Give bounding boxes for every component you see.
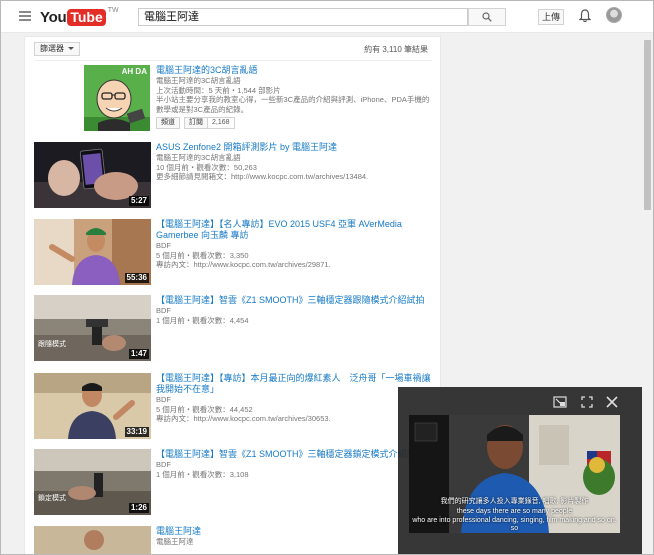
result-title-link[interactable]: 【電腦王阿達】【名人專訪】EVO 2015 USF4 亞軍 AVerMedia …: [156, 219, 434, 241]
subtitle-zh: 我們的研究讓多人投入專業錄音, 唱歌, 影片製作: [440, 498, 589, 505]
thumb-caption: 跟隨模式: [38, 341, 66, 348]
logo-region-text: TW: [107, 7, 119, 14]
result-info: 【電腦王阿達】智雲《Z1 SMOOTH》三軸穩定器跟隨模式介紹試拍 BDF 1 …: [156, 295, 434, 325]
video-thumbnail[interactable]: 5:27: [34, 142, 151, 208]
browser-frame: You Tube TW 電腦王阿達 上傳 篩選器 約有 3,110 筆結果 AH…: [0, 0, 654, 555]
result-video: 鎖定模式 1:26 【電腦王阿達】智雲《Z1 SMOOTH》三軸穩定器鎖定模式介…: [34, 449, 434, 517]
result-info: ASUS Zenfone2 開箱評測影片 by 電腦王阿達 電腦王阿達的3C胡言…: [156, 142, 434, 182]
channel-name-link[interactable]: 電腦王阿達的3C胡言亂語: [156, 76, 434, 86]
subscribe-button[interactable]: 訂閱: [185, 118, 208, 128]
exit-miniplayer-icon[interactable]: [553, 395, 567, 409]
result-title-link[interactable]: 電腦王阿達: [156, 526, 434, 537]
video-duration: 55:36: [124, 273, 149, 283]
channel-name-link[interactable]: BDF: [156, 460, 434, 470]
video-duration: 1:47: [128, 349, 149, 359]
channel-name-link[interactable]: BDF: [156, 241, 434, 251]
video-duration: 5:27: [128, 196, 149, 206]
video-thumbnail[interactable]: 55:36: [34, 219, 151, 285]
thumb-caption: 鎖定模式: [38, 495, 66, 502]
subscribe-group: 訂閱 2,168: [184, 117, 235, 129]
search-button[interactable]: [468, 8, 506, 26]
channel-avatar[interactable]: AH DA: [84, 65, 150, 131]
caret-down-icon: [68, 47, 74, 51]
video-thumbnail[interactable]: [34, 526, 151, 554]
video-thumbnail[interactable]: 鎖定模式 1:26: [34, 449, 151, 515]
result-meta: 1 個月前・觀看次數：4,454: [156, 315, 249, 325]
result-video: 跟隨模式 1:47 【電腦王阿達】智雲《Z1 SMOOTH》三軸穩定器跟隨模式介…: [34, 295, 434, 363]
result-video: 33:19 【電腦王阿達】【專訪】本月最正向的爆紅素人 泛舟哥「一場車禍讓我開始…: [34, 373, 434, 441]
result-video: 5:27 ASUS Zenfone2 開箱評測影片 by 電腦王阿達 電腦王阿達…: [34, 142, 434, 210]
search-results-panel: 篩選器 約有 3,110 筆結果 AH DA 電腦王阿達的3C胡言亂語 電腦王阿…: [24, 36, 441, 554]
scrollbar-thumb[interactable]: [644, 40, 651, 210]
channel-name-link[interactable]: BDF: [156, 306, 434, 316]
channel-name-link[interactable]: 電腦王阿達的3C胡言亂語: [156, 153, 434, 163]
video-thumbnail[interactable]: 跟隨模式 1:47: [34, 295, 151, 361]
result-description: 專訪內文：http://www.kocpc.com.tw/archives/29…: [156, 260, 331, 269]
result-channel: AH DA 電腦王阿達的3C胡言亂語 電腦王阿達的3C胡言亂語 上次活動時間：5…: [34, 65, 434, 135]
avatar[interactable]: [606, 7, 622, 23]
result-video: 55:36 【電腦王阿達】【名人專訪】EVO 2015 USF4 亞軍 AVer…: [34, 219, 434, 287]
logo-tube-text: Tube: [67, 8, 106, 26]
result-info: 電腦王阿達的3C胡言亂語 電腦王阿達的3C胡言亂語 上次活動時間：5 天前・1,…: [156, 65, 434, 129]
result-title-link[interactable]: 【電腦王阿達】智雲《Z1 SMOOTH》三軸穩定器鎖定模式介紹試拍: [156, 449, 434, 460]
logo-you-text: You: [40, 8, 67, 26]
search-input[interactable]: 電腦王阿達: [138, 8, 468, 26]
channel-name-link[interactable]: BDF: [156, 395, 434, 405]
filter-label: 篩選器: [40, 44, 64, 53]
result-description: 半小站主要分享我的教室心得，一些新3C產品的介紹與評測、iPhone、PDA手機…: [156, 95, 430, 114]
video-thumbnail[interactable]: 33:19: [34, 373, 151, 439]
filter-button[interactable]: 篩選器: [34, 42, 80, 56]
partial-thumb-icon: [34, 526, 151, 554]
expand-icon[interactable]: [580, 395, 594, 409]
result-info: 電腦王阿達 電腦王阿達: [156, 526, 434, 547]
mini-player[interactable]: 我們的研究讓多人投入專業錄音, 唱歌, 影片製作 these days ther…: [398, 387, 642, 554]
result-info: 【電腦王阿達】【專訪】本月最正向的爆紅素人 泛舟哥「一場車禍讓我開始不在意」 B…: [156, 373, 434, 424]
channel-button[interactable]: 頻道: [156, 117, 180, 129]
result-description: 更多細節請見閱箱文：http://www.kocpc.com.tw/archiv…: [156, 172, 369, 181]
mini-player-video[interactable]: 我們的研究讓多人投入專業錄音, 唱歌, 影片製作 these days ther…: [409, 415, 620, 533]
channel-name-link[interactable]: 電腦王阿達: [156, 537, 434, 547]
subscriber-count: 2,168: [208, 118, 234, 128]
result-info: 【電腦王阿達】【名人專訪】EVO 2015 USF4 亞軍 AVerMedia …: [156, 219, 434, 270]
result-title-link[interactable]: 【電腦王阿達】智雲《Z1 SMOOTH》三軸穩定器跟隨模式介紹試拍: [156, 295, 434, 306]
video-duration: 1:26: [128, 503, 149, 513]
close-icon[interactable]: [605, 395, 619, 409]
result-meta: 1 個月前・觀看次數：3,108: [156, 469, 249, 479]
channel-actions: 頻道 訂閱 2,168: [156, 117, 434, 129]
result-video: 電腦王阿達 電腦王阿達: [34, 526, 434, 554]
page-scrollbar[interactable]: [642, 34, 653, 554]
bell-icon[interactable]: [579, 9, 591, 23]
thumb-logo-text: AH DA: [121, 67, 147, 76]
result-count: 約有 3,110 筆結果: [364, 45, 428, 54]
masthead: You Tube TW 電腦王阿達 上傳: [1, 1, 653, 33]
result-title-link[interactable]: ASUS Zenfone2 開箱評測影片 by 電腦王阿達: [156, 142, 434, 153]
search-icon: [482, 12, 492, 22]
result-title-link[interactable]: 【電腦王阿達】【專訪】本月最正向的爆紅素人 泛舟哥「一場車禍讓我開始不在意」: [156, 373, 434, 395]
result-meta: 上次活動時間：5 天前・1,544 部影片: [156, 85, 281, 95]
upload-button[interactable]: 上傳: [538, 9, 564, 25]
result-meta: 10 個月前・觀看次數：50,263: [156, 162, 257, 172]
result-meta: 5 個月前・觀看次數：44,452: [156, 404, 253, 414]
subtitle-en-line1: these days there are so many people: [456, 508, 573, 515]
result-title-link[interactable]: 電腦王阿達的3C胡言亂語: [156, 65, 434, 76]
subtitle-en-line2: who are into professional dancing, singi…: [412, 517, 617, 532]
youtube-logo[interactable]: You Tube TW: [40, 7, 119, 26]
video-duration: 33:19: [124, 427, 149, 437]
menu-icon[interactable]: [19, 11, 31, 21]
result-description: 專訪內文：http://www.kocpc.com.tw/archives/30…: [156, 414, 331, 423]
divider: [34, 60, 432, 61]
result-info: 【電腦王阿達】智雲《Z1 SMOOTH》三軸穩定器鎖定模式介紹試拍 BDF 1 …: [156, 449, 434, 479]
result-meta: 5 個月前・觀看次數：3,350: [156, 250, 249, 260]
